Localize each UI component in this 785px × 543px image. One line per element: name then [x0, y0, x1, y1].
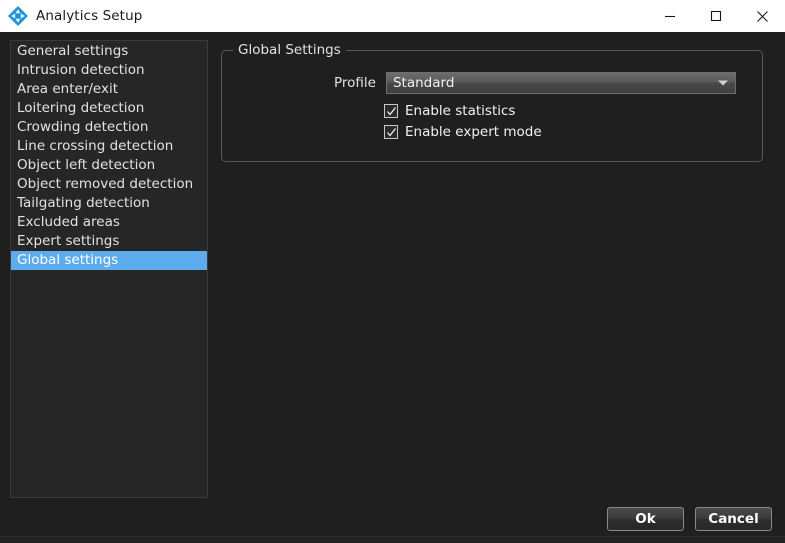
- analytics-setup-window: Analytics Setup General settings Intrusi…: [0, 0, 785, 543]
- global-settings-group: Global Settings Profile Standard Enable …: [221, 42, 763, 162]
- sidebar-item-object-left-detection[interactable]: Object left detection: [11, 156, 207, 175]
- profile-combobox[interactable]: Standard: [385, 72, 736, 94]
- category-list[interactable]: General settings Intrusion detection Are…: [10, 40, 208, 498]
- enable-expert-mode-label: Enable expert mode: [405, 124, 542, 140]
- sidebar-item-expert-settings[interactable]: Expert settings: [11, 232, 207, 251]
- close-button[interactable]: [739, 0, 785, 32]
- window-controls: [647, 0, 785, 32]
- sidebar-item-line-crossing-detection[interactable]: Line crossing detection: [11, 137, 207, 156]
- enable-expert-mode-row[interactable]: Enable expert mode: [384, 124, 542, 140]
- sidebar-item-global-settings[interactable]: Global settings: [11, 251, 207, 270]
- enable-statistics-checkbox[interactable]: [384, 104, 398, 118]
- enable-statistics-label: Enable statistics: [405, 103, 516, 119]
- sidebar-item-loitering-detection[interactable]: Loitering detection: [11, 99, 207, 118]
- cancel-button[interactable]: Cancel: [695, 507, 772, 531]
- sidebar-item-excluded-areas[interactable]: Excluded areas: [11, 213, 207, 232]
- maximize-icon: [710, 10, 722, 22]
- sidebar-item-tailgating-detection[interactable]: Tailgating detection: [11, 194, 207, 213]
- profile-row: Profile Standard: [334, 72, 736, 94]
- footer-buttons: Ok Cancel: [607, 507, 772, 531]
- chevron-down-icon: [717, 80, 728, 86]
- check-icon: [386, 127, 396, 137]
- enable-expert-mode-checkbox[interactable]: [384, 125, 398, 139]
- sidebar-item-intrusion-detection[interactable]: Intrusion detection: [11, 61, 207, 80]
- profile-combobox-value: Standard: [392, 75, 455, 91]
- group-title: Global Settings: [233, 42, 346, 58]
- sidebar-item-general-settings[interactable]: General settings: [11, 42, 207, 61]
- minimize-button[interactable]: [647, 0, 693, 32]
- sidebar-item-object-removed-detection[interactable]: Object removed detection: [11, 175, 207, 194]
- title-bar[interactable]: Analytics Setup: [0, 0, 785, 32]
- enable-statistics-row[interactable]: Enable statistics: [384, 103, 515, 119]
- close-icon: [756, 10, 768, 22]
- profile-label: Profile: [334, 75, 376, 91]
- move-diamond-icon: [8, 6, 28, 26]
- minimize-icon: [665, 15, 675, 18]
- window-body: General settings Intrusion detection Are…: [0, 32, 785, 543]
- window-title: Analytics Setup: [36, 8, 143, 24]
- sidebar-item-area-enter-exit[interactable]: Area enter/exit: [11, 80, 207, 99]
- ok-button[interactable]: Ok: [607, 507, 684, 531]
- sidebar-item-crowding-detection[interactable]: Crowding detection: [11, 118, 207, 137]
- maximize-button[interactable]: [693, 0, 739, 32]
- check-icon: [386, 106, 396, 116]
